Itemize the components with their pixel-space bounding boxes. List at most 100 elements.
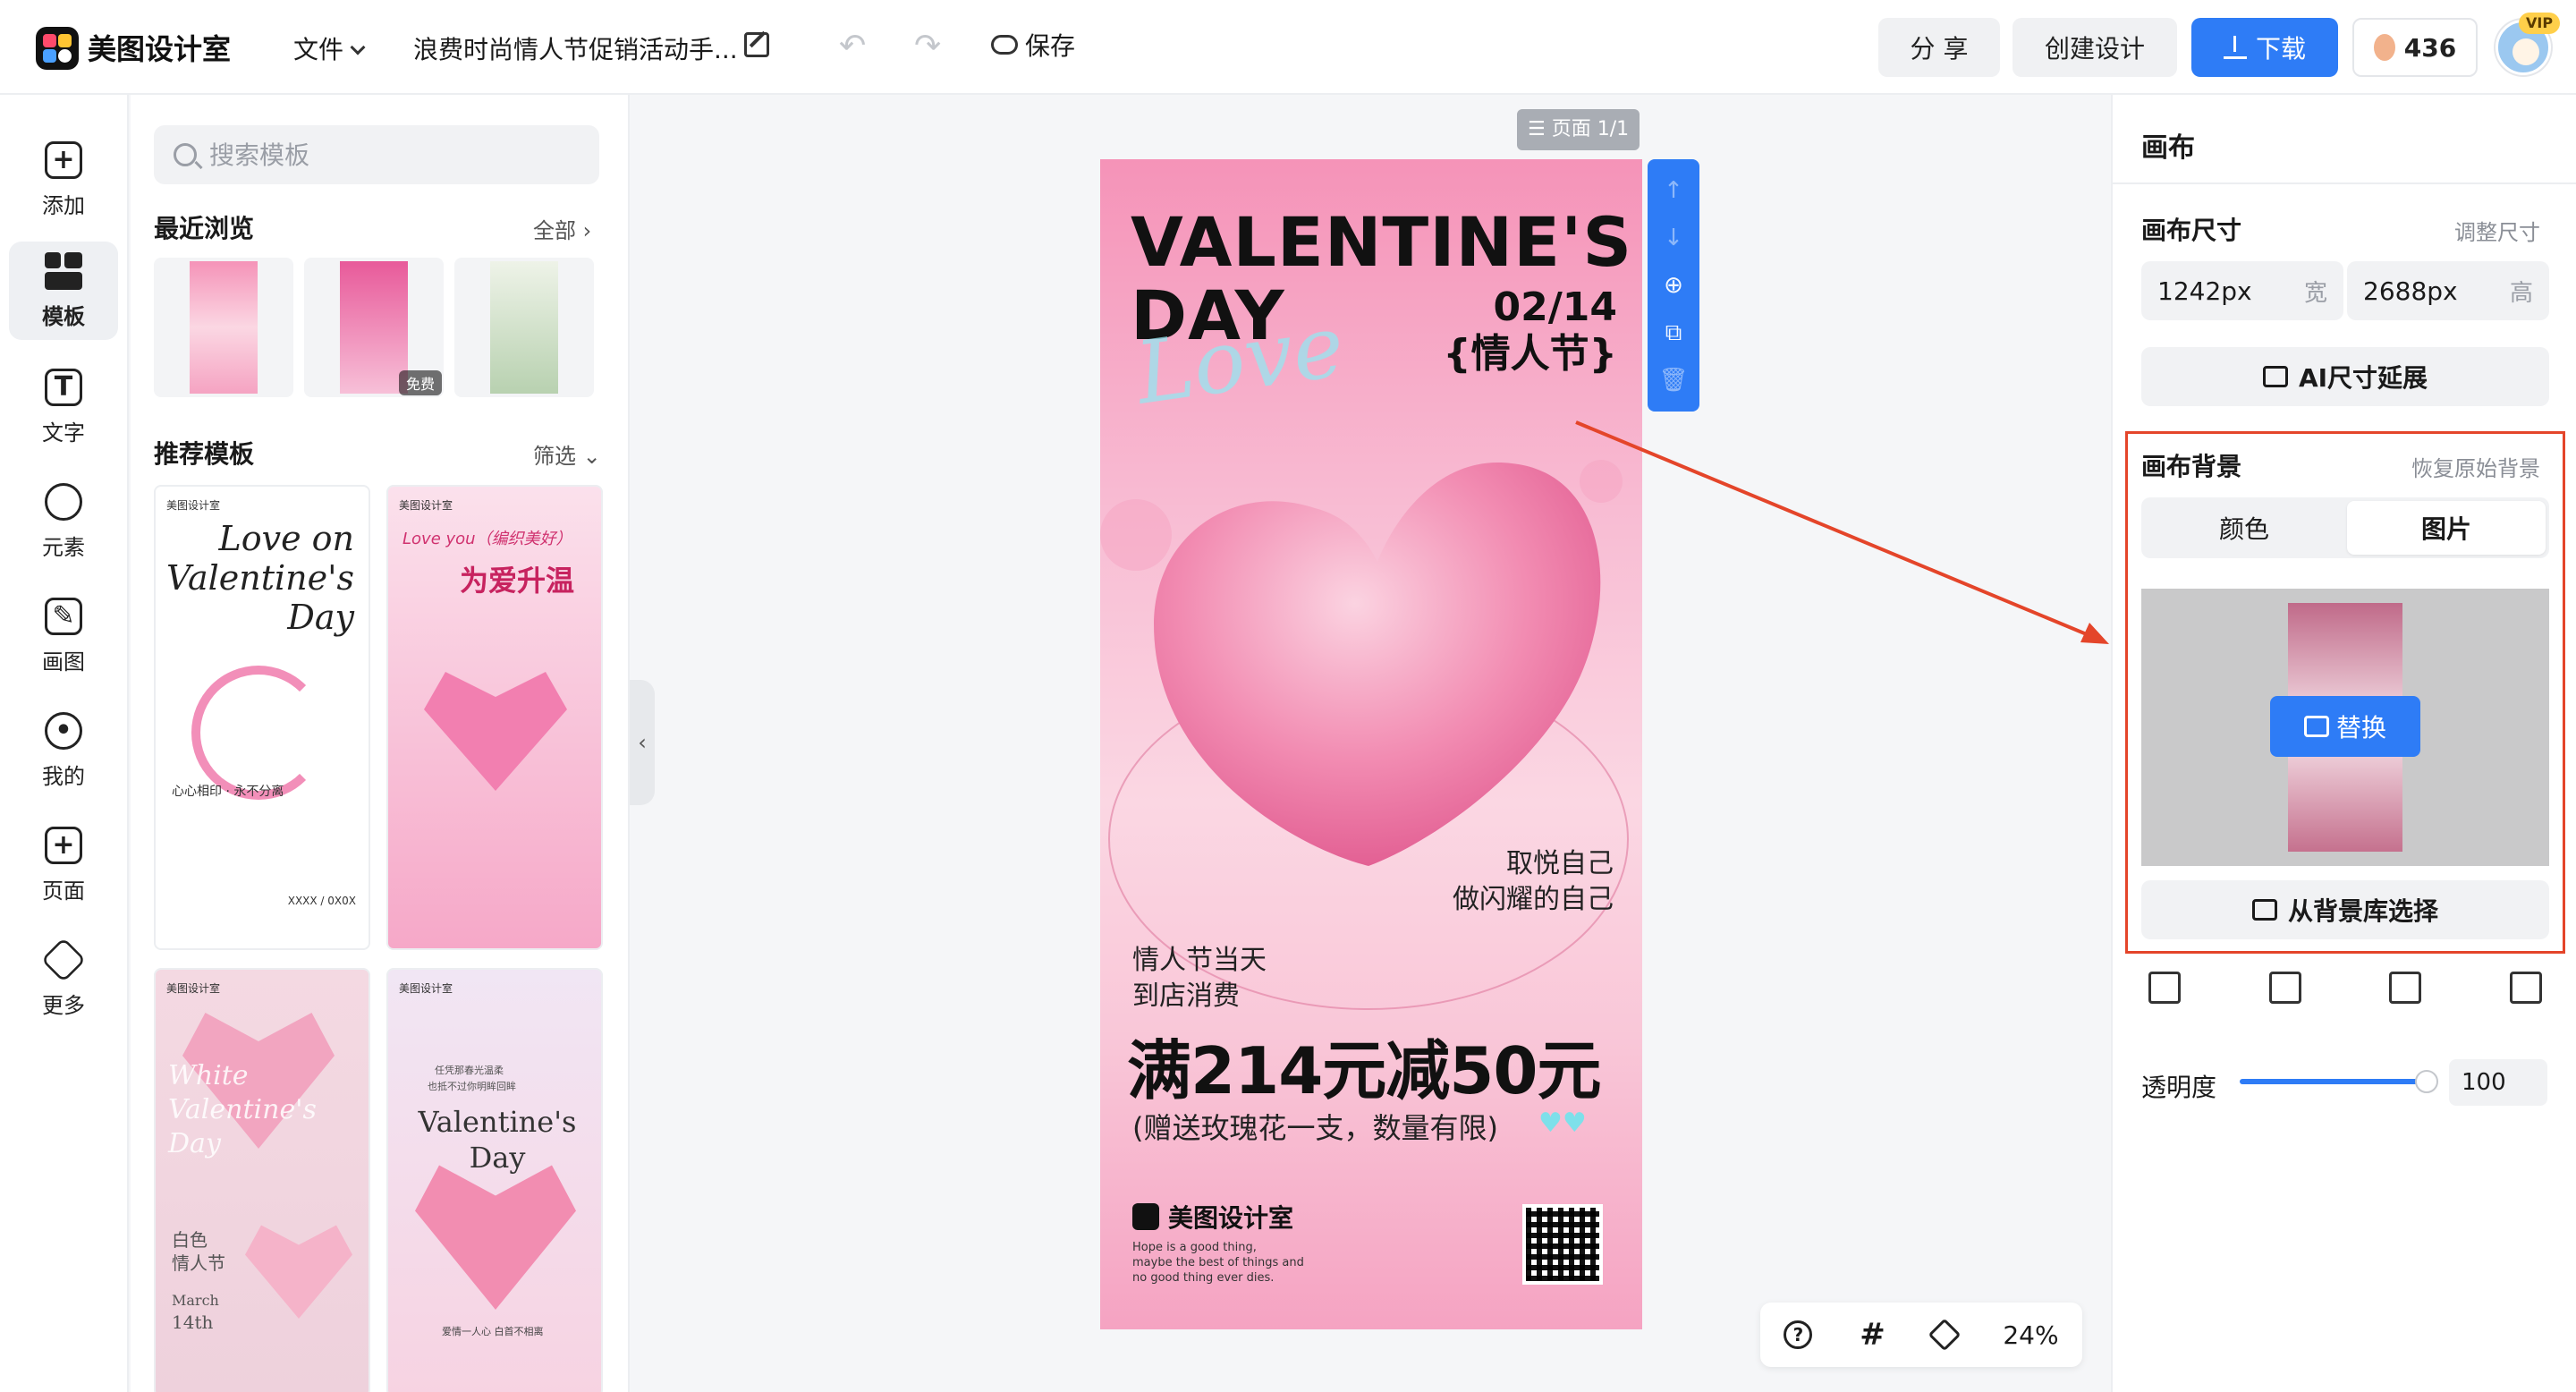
card-brand: 美图设计室 <box>166 499 221 512</box>
width-field[interactable]: 1242px 宽 <box>2141 261 2343 320</box>
recent-thumb[interactable]: 免费 <box>304 258 444 397</box>
pattern-icon <box>2251 899 2277 921</box>
delete-page-icon[interactable]: 🗑︎ <box>1658 369 1688 392</box>
rail-label: 更多 <box>42 992 85 1018</box>
rail-item-mine[interactable]: • 我的 <box>9 701 118 800</box>
vip-badge: VIP <box>2519 13 2561 34</box>
poster-promo[interactable]: 满214元减50元 <box>1127 1018 1601 1112</box>
image-icon <box>2303 716 2329 737</box>
opacity-slider[interactable] <box>2240 1070 2438 1093</box>
rail-item-text[interactable]: T 文字 <box>9 358 118 456</box>
replace-bg-button[interactable]: 替换 <box>2270 696 2420 757</box>
undo-icon[interactable]: ↶ <box>839 30 866 63</box>
rail-label: 页面 <box>42 878 85 904</box>
search-input[interactable] <box>209 140 567 170</box>
zoom-level[interactable]: 24% <box>2003 1320 2058 1350</box>
add-page-icon[interactable]: ⊕ <box>1664 274 1683 297</box>
download-button[interactable]: 下载 <box>2191 18 2338 77</box>
search-icon <box>174 143 197 166</box>
file-menu[interactable]: 文件 <box>293 30 366 66</box>
page-indicator[interactable]: ☰ 页面 1/1 <box>1517 109 1640 150</box>
share-button[interactable]: 分 享 <box>1878 18 2000 77</box>
poster-canvas[interactable]: VALENTINE'S DAY Love 02/14 {情人节} 取悦自己 做闪耀的自… <box>1100 159 1642 1329</box>
ai-extend-label: AI尺寸延展 <box>2298 363 2428 393</box>
app-name[interactable]: 美图设计室 <box>88 27 231 68</box>
recommend-title: 推荐模板 <box>154 439 255 469</box>
poster-brand[interactable]: 美图设计室 <box>1132 1199 1293 1235</box>
search-box[interactable] <box>154 125 599 184</box>
create-design-button[interactable]: 创建设计 <box>2012 18 2177 77</box>
flip-horizontal-icon[interactable] <box>2389 972 2422 1004</box>
poster-slogan[interactable]: 取悦自己 做闪耀的自己 <box>1453 846 1614 918</box>
duplicate-page-icon[interactable]: ⧉ <box>1665 321 1682 344</box>
edit-title-icon[interactable] <box>744 32 769 57</box>
download-label: 下载 <box>2255 34 2306 64</box>
bg-library-button[interactable]: 从背景库选择 <box>2141 880 2549 939</box>
rail-item-add[interactable]: + 添加 <box>9 131 118 229</box>
bg-color-option[interactable]: 颜色 <box>2145 501 2343 555</box>
card-headline: 为爱升温 <box>460 564 575 598</box>
document-title[interactable]: 浪费时尚情人节促销活动手... <box>413 30 738 66</box>
card-text: 心心相印 · 永不分离 <box>172 785 284 799</box>
template-card[interactable]: 美图设计室 Love on Valentine's Day 心心相印 · 永不分… <box>154 485 370 950</box>
rail-item-templates[interactable]: 模板 <box>9 242 118 340</box>
width-unit: 宽 <box>2303 279 2327 307</box>
recent-thumb[interactable] <box>154 258 293 397</box>
bg-type-toggle: 颜色 图片 <box>2141 497 2549 558</box>
slider-knob[interactable] <box>2415 1070 2438 1093</box>
app-logo-icon[interactable] <box>36 27 79 70</box>
template-card[interactable]: 美图设计室 White Valentine's Day 白色 情人节 March… <box>154 968 370 1392</box>
cloud-save-icon <box>991 35 1018 55</box>
card-footer: XXXX / 0X0X <box>287 895 356 907</box>
save-button[interactable]: 保存 <box>991 27 1075 63</box>
grid-icon[interactable]: # <box>1860 1317 1885 1353</box>
canvas-size-label: 画布尺寸 <box>2141 216 2242 245</box>
heart-decoration-icon: ♥♥ <box>1538 1108 1587 1139</box>
rail-item-pages[interactable]: + 页面 <box>9 816 118 914</box>
restore-bg-link[interactable]: 恢复原始背景 <box>2411 451 2540 482</box>
rail-label: 模板 <box>42 303 85 329</box>
card-top-text1: 任凭那春光温柔 <box>435 1065 504 1076</box>
help-icon[interactable]: ? <box>1784 1320 1813 1349</box>
collapse-panel-button[interactable]: ‹ <box>630 680 655 805</box>
height-field[interactable]: 2688px 高 <box>2347 261 2549 320</box>
rail-item-more[interactable]: 更多 <box>9 930 118 1029</box>
replace-label: 替换 <box>2335 713 2386 743</box>
rail-item-elements[interactable]: 元素 <box>9 472 118 571</box>
poster-tagline[interactable]: Hope is a good thing, maybe the best of t… <box>1132 1240 1329 1286</box>
coins-button[interactable]: 436 <box>2352 18 2478 77</box>
ai-extend-button[interactable]: AI尺寸延展 <box>2141 347 2549 406</box>
recent-thumb[interactable] <box>454 258 594 397</box>
ribbon-shape <box>191 666 326 800</box>
move-down-icon[interactable]: ↓ <box>1664 226 1683 250</box>
redo-icon[interactable]: ↷ <box>914 30 941 63</box>
canvas-bottom-bar: ? # 24% <box>1760 1303 2082 1367</box>
template-card[interactable]: 美图设计室 任凭那春光温柔 也抵不过你明眸回眸 Valentine's Day … <box>386 968 603 1392</box>
divider <box>2113 182 2576 184</box>
recent-all-link[interactable]: 全部 › <box>533 213 591 244</box>
bg-image-option[interactable]: 图片 <box>2347 501 2546 555</box>
layers-icon[interactable] <box>1928 1318 1961 1352</box>
recent-list: 免费 <box>154 258 594 397</box>
rail-label: 元素 <box>42 534 85 560</box>
download-icon <box>2223 36 2247 59</box>
rail-item-draw[interactable]: ✎ 画图 <box>9 587 118 685</box>
poster-sub[interactable]: 情人节当天 到店消费 <box>1132 943 1267 1014</box>
template-card[interactable]: 美图设计室 Love you（编织美好） 为爱升温 <box>386 485 603 950</box>
right-panel: 画布 画布尺寸 调整尺寸 1242px 宽 2688px 高 AI尺寸延展 画布背景… <box>2111 95 2576 1392</box>
filter-button[interactable]: 筛选 ⌄ <box>533 438 601 470</box>
recent-all-label: 全部 <box>533 218 576 243</box>
card-title: Love on Valentine's Day <box>166 519 355 637</box>
coin-count: 436 <box>2403 32 2457 63</box>
opacity-input[interactable]: 100 <box>2449 1059 2547 1106</box>
page-indicator-label: 页面 1/1 <box>1551 118 1630 140</box>
poster-gift[interactable]: (赠送玫瑰花一支，数量有限) <box>1132 1106 1498 1147</box>
filter-icon[interactable] <box>2268 972 2301 1004</box>
move-up-icon[interactable]: ↑ <box>1664 179 1683 202</box>
flip-vertical-icon[interactable] <box>2509 972 2542 1004</box>
card-brand: 美图设计室 <box>399 499 453 512</box>
crop-icon[interactable] <box>2148 972 2181 1004</box>
card-top-text2: 也抵不过你明眸回眸 <box>428 1081 516 1092</box>
resize-link[interactable]: 调整尺寸 <box>2454 215 2540 246</box>
card-sub2: 情人节 <box>172 1252 225 1274</box>
